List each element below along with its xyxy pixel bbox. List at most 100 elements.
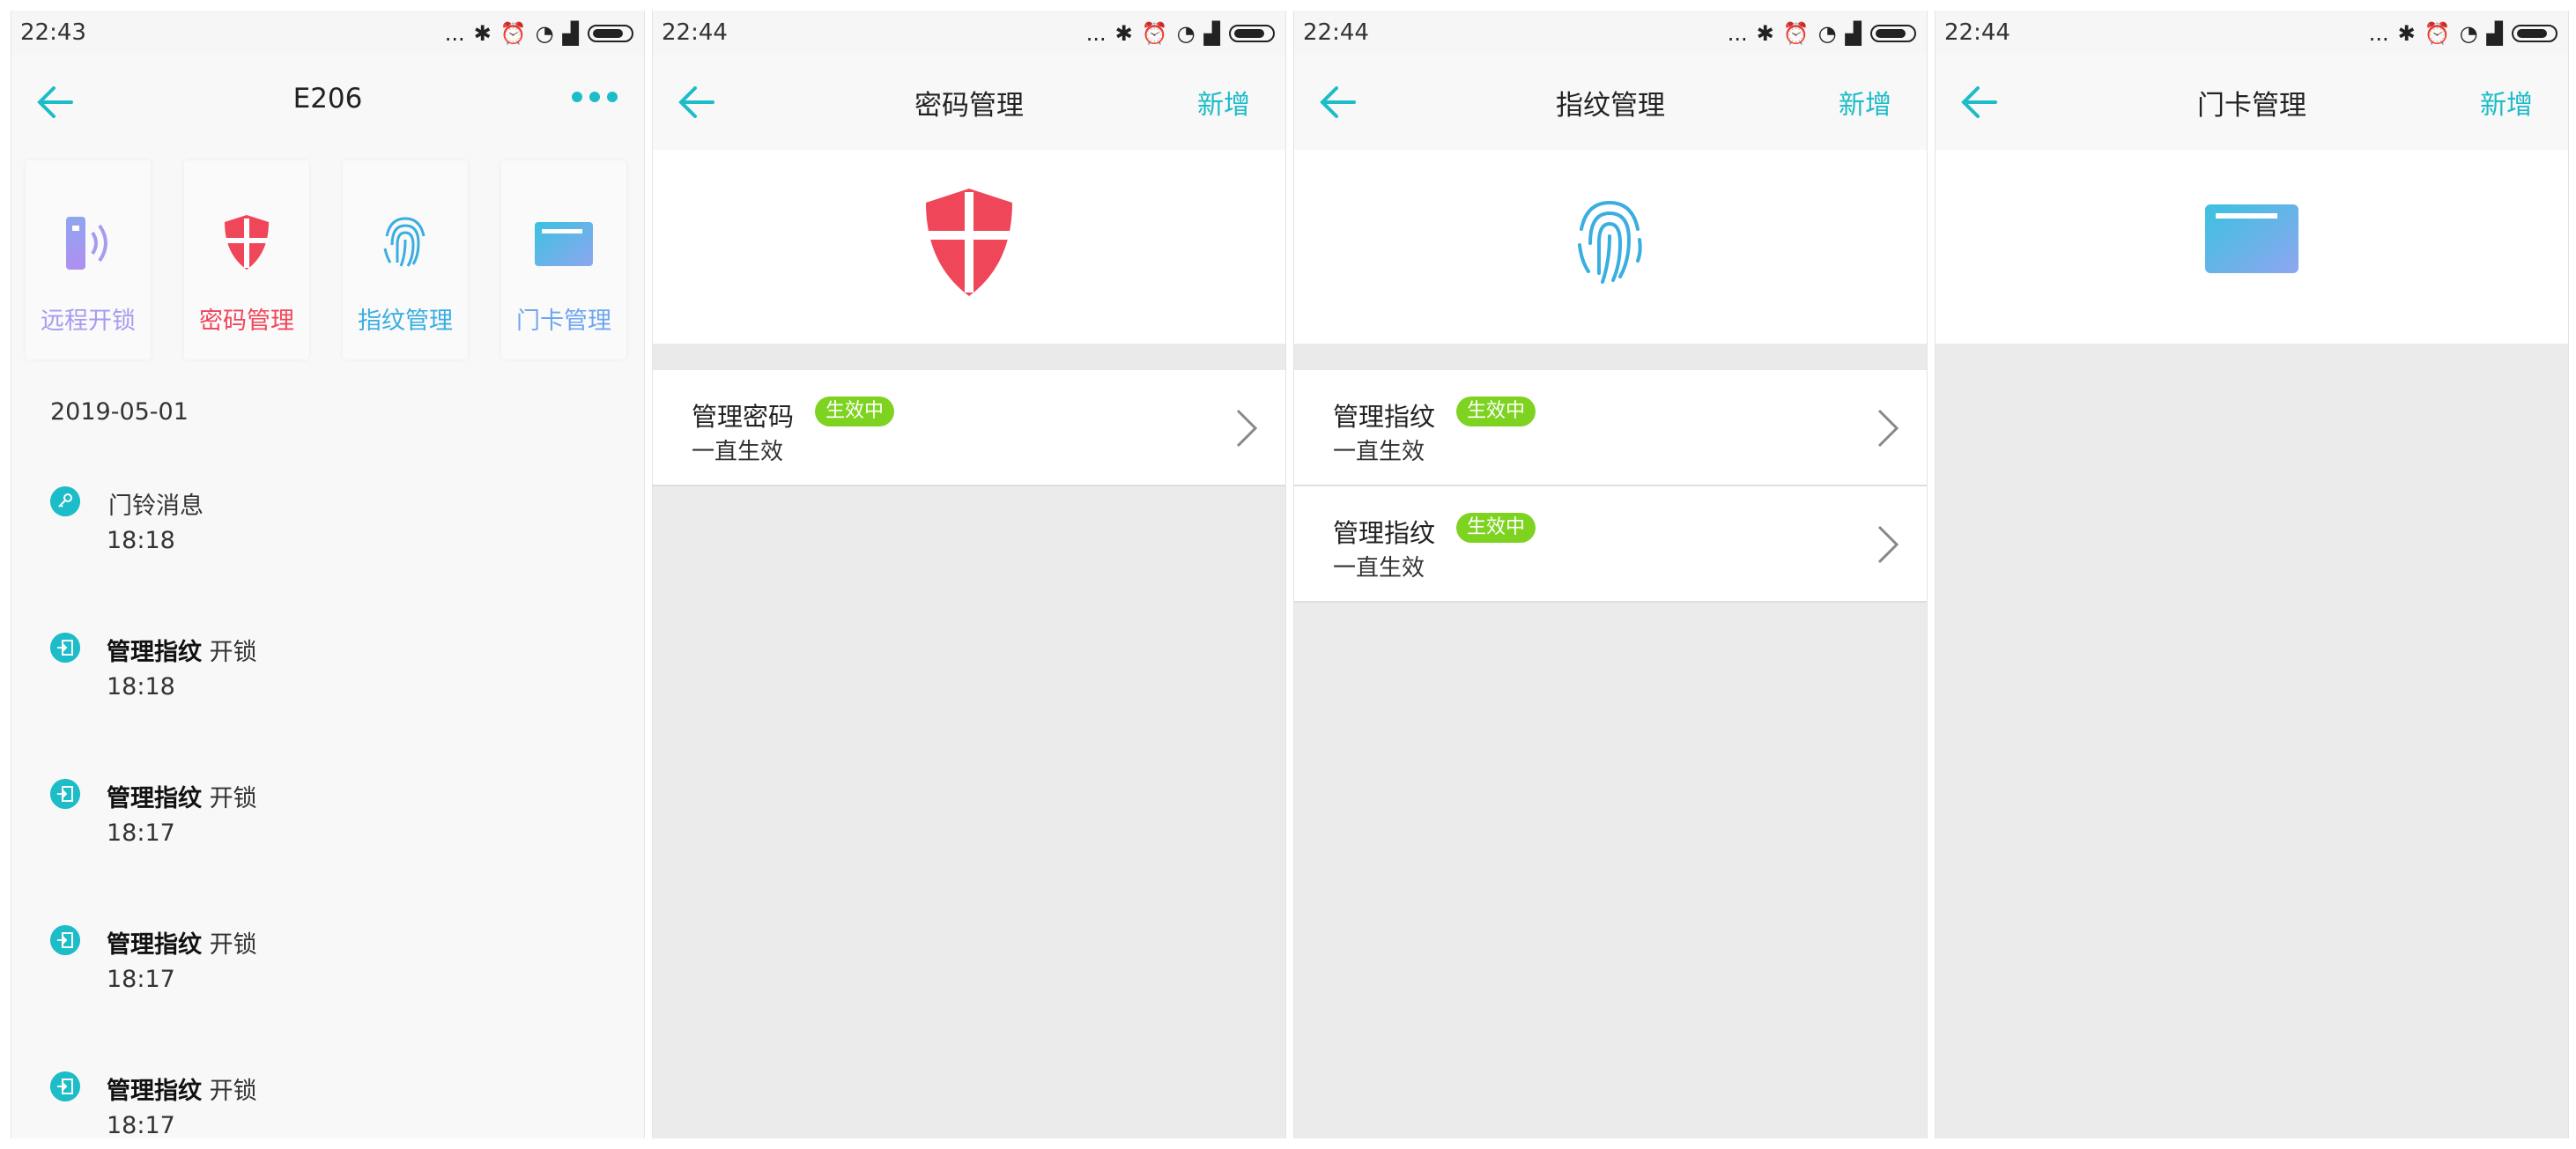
feature-remote-unlock[interactable]: 远程开锁	[26, 160, 151, 360]
status-badge: 生效中	[1456, 397, 1536, 426]
page-title: 指纹管理	[1556, 90, 1665, 122]
wifi-icon: ◔	[2459, 21, 2478, 46]
log-event: 门铃消息	[108, 493, 204, 520]
log-action: 开锁	[209, 931, 257, 959]
status-badge: 生效中	[815, 397, 895, 426]
alarm-icon: ⏰	[1782, 21, 1810, 46]
status-bar: 22:44 ... ✱ ⏰ ◔ ▟	[1936, 11, 2568, 55]
log-action: 开锁	[209, 785, 257, 812]
log-title: 门铃消息	[108, 486, 204, 521]
login-icon	[50, 633, 80, 663]
log-item[interactable]: 管理指纹 开锁 18:18	[50, 624, 614, 747]
log-user: 管理指纹	[107, 785, 202, 812]
signal-icon: ▟	[1845, 21, 1862, 46]
screen-lock-detail: 22:43 ... ✱ ⏰ ◔ ▟ E206 远程开锁 密码管理 指纹管理 门卡…	[11, 11, 645, 1138]
page-title: E206	[292, 83, 363, 115]
status-bar: 22:43 ... ✱ ⏰ ◔ ▟	[11, 11, 644, 55]
log-action: 开锁	[209, 639, 257, 666]
alarm-icon: ⏰	[2424, 21, 2451, 46]
alarm-icon: ⏰	[1141, 21, 1168, 46]
item-subtitle: 一直生效	[1333, 439, 1425, 465]
log-time: 18:17	[107, 1112, 175, 1138]
more-options-icon[interactable]	[572, 92, 618, 102]
remote-unlock-icon	[66, 217, 107, 270]
key-icon	[50, 486, 80, 516]
log-time: 18:17	[107, 819, 175, 847]
list-area	[1936, 344, 2568, 1138]
list-item[interactable]: 管理指纹 生效中 一直生效	[1294, 370, 1927, 486]
item-title: 管理密码	[692, 402, 795, 432]
feature-password-manage[interactable]: 密码管理	[184, 160, 309, 360]
fingerprint-icon	[383, 217, 426, 267]
feature-label: 密码管理	[199, 308, 294, 335]
feature-grid: 远程开锁 密码管理 指纹管理 门卡管理	[11, 152, 644, 363]
feature-card-manage[interactable]: 门卡管理	[501, 160, 626, 360]
hero-banner	[653, 150, 1285, 344]
list-area: 管理指纹 生效中 一直生效 管理指纹 生效中 一直生效	[1294, 370, 1927, 1138]
card-icon	[2205, 204, 2298, 273]
feature-label: 远程开锁	[41, 308, 136, 335]
alarm-icon: ⏰	[500, 21, 527, 46]
battery-icon	[588, 25, 633, 42]
log-item[interactable]: 管理指纹 开锁 18:17	[50, 1063, 614, 1138]
bluetooth-icon: ✱	[2397, 21, 2416, 46]
card-icon	[535, 222, 593, 266]
status-time: 22:44	[662, 19, 728, 46]
screen-password-manage: 22:44 ... ✱ ⏰ ◔ ▟ 密码管理 新增 管理密码 生效中 一直生效	[652, 11, 1286, 1138]
log-time: 18:17	[107, 966, 175, 993]
list-item[interactable]: 管理指纹 生效中 一直生效	[1294, 486, 1927, 603]
status-bar: 22:44 ... ✱ ⏰ ◔ ▟	[1294, 11, 1927, 55]
list-area: 管理密码 生效中 一直生效	[653, 370, 1285, 1138]
bluetooth-icon: ✱	[473, 21, 492, 46]
wifi-icon: ◔	[1817, 21, 1837, 46]
status-time: 22:44	[1303, 19, 1369, 46]
battery-icon	[1229, 25, 1275, 42]
nav-bar: 密码管理 新增	[653, 55, 1285, 150]
nav-bar: 门卡管理 新增	[1936, 55, 2568, 150]
item-subtitle: 一直生效	[692, 439, 784, 465]
bluetooth-icon: ✱	[1114, 21, 1133, 46]
signal-icon: ▟	[562, 21, 579, 46]
log-title: 管理指纹 开锁	[107, 633, 257, 667]
add-button[interactable]: 新增	[1839, 83, 1891, 122]
bluetooth-icon: ✱	[1756, 21, 1774, 46]
log-item[interactable]: 门铃消息 18:18	[50, 478, 614, 601]
log-date: 2019-05-01	[50, 398, 189, 426]
hero-banner	[1936, 150, 2568, 344]
log-title: 管理指纹 开锁	[107, 925, 257, 960]
more-dots-icon: ...	[1727, 21, 1748, 46]
wifi-icon: ◔	[1176, 21, 1195, 46]
log-user: 管理指纹	[107, 1078, 202, 1105]
feature-fingerprint-manage[interactable]: 指纹管理	[343, 160, 468, 360]
status-bar: 22:44 ... ✱ ⏰ ◔ ▟	[653, 11, 1285, 55]
page-title: 门卡管理	[2197, 90, 2306, 122]
log-user: 管理指纹	[107, 931, 202, 959]
signal-icon: ▟	[2486, 21, 2503, 46]
status-badge: 生效中	[1456, 513, 1536, 543]
chevron-right-icon	[1236, 409, 1258, 448]
more-dots-icon: ...	[1085, 21, 1107, 46]
battery-icon	[1870, 25, 1916, 42]
battery-icon	[2512, 25, 2557, 42]
nav-bar: E206	[11, 55, 644, 150]
shield-icon	[926, 189, 1012, 296]
feature-label: 指纹管理	[358, 308, 453, 335]
item-title: 管理指纹	[1333, 518, 1436, 548]
nav-bar: 指纹管理 新增	[1294, 55, 1927, 150]
chevron-right-icon	[1877, 409, 1899, 448]
log-title: 管理指纹 开锁	[107, 779, 257, 813]
log-item[interactable]: 管理指纹 开锁 18:17	[50, 770, 614, 893]
screen-card-manage: 22:44 ... ✱ ⏰ ◔ ▟ 门卡管理 新增	[1935, 11, 2569, 1138]
list-item[interactable]: 管理密码 生效中 一直生效	[653, 370, 1285, 486]
hero-banner	[1294, 150, 1927, 344]
login-icon	[50, 779, 80, 809]
fingerprint-icon	[1578, 200, 1642, 284]
log-item[interactable]: 管理指纹 开锁 18:17	[50, 916, 614, 1040]
add-button[interactable]: 新增	[1197, 83, 1250, 122]
item-title: 管理指纹	[1333, 402, 1436, 432]
more-dots-icon: ...	[2368, 21, 2389, 46]
add-button[interactable]: 新增	[2480, 83, 2533, 122]
login-icon	[50, 925, 80, 955]
composite-frame: 22:43 ... ✱ ⏰ ◔ ▟ E206 远程开锁 密码管理 指纹管理 门卡…	[0, 0, 2576, 1149]
shield-icon	[225, 215, 269, 270]
